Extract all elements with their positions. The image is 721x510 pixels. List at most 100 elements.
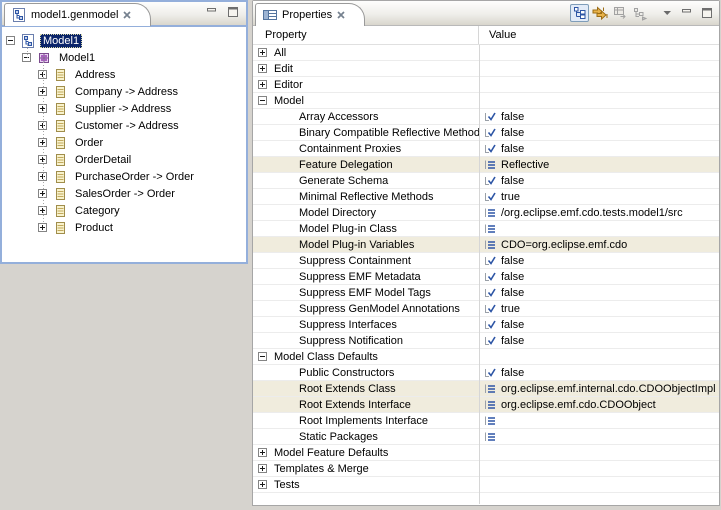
tree-item[interactable]: Category (2, 202, 246, 219)
view-menu-button[interactable] (657, 4, 676, 22)
collapse-icon[interactable] (258, 96, 267, 105)
expand-icon[interactable] (38, 87, 47, 96)
property-value-cell (479, 429, 498, 444)
property-name-cell: Root Extends Class (253, 381, 479, 396)
property-row[interactable]: Binary Compatible Reflective Methodsfals… (253, 125, 719, 141)
advanced-properties-button[interactable] (590, 4, 609, 22)
tree-item[interactable]: Supplier -> Address (2, 100, 246, 117)
text-value-icon (482, 221, 498, 236)
property-row[interactable]: Suppress Notificationfalse (253, 333, 719, 349)
expand-icon[interactable] (258, 48, 267, 57)
property-row[interactable]: Suppress EMF Metadatafalse (253, 269, 719, 285)
tree-item[interactable]: Address (2, 66, 246, 83)
tree-mode-icon (572, 5, 588, 21)
expand-icon[interactable] (38, 121, 47, 130)
maximize-button[interactable] (223, 3, 242, 21)
minimize-button[interactable] (202, 3, 221, 21)
property-row[interactable]: Root Implements Interface (253, 413, 719, 429)
property-name-label: Root Extends Class (299, 383, 396, 395)
tree-item[interactable]: Order (2, 134, 246, 151)
property-row[interactable]: Minimal Reflective Methodstrue (253, 189, 719, 205)
property-row[interactable]: Suppress EMF Model Tagsfalse (253, 285, 719, 301)
property-row[interactable]: Tests (253, 477, 719, 493)
properties-tabbar: Properties (253, 1, 719, 26)
property-row[interactable]: Suppress Interfacesfalse (253, 317, 719, 333)
tree-item-label: PurchaseOrder -> Order (72, 170, 197, 184)
tree-item[interactable]: OrderDetail (2, 151, 246, 168)
expand-icon[interactable] (38, 138, 47, 147)
expand-icon[interactable] (38, 206, 47, 215)
property-row[interactable]: Model Plug-in Class (253, 221, 719, 237)
tree-item-label: Product (72, 221, 116, 235)
maximize-button[interactable] (697, 4, 716, 22)
minimize-button[interactable] (677, 4, 696, 22)
property-row[interactable]: Feature DelegationReflective (253, 157, 719, 173)
tree-item[interactable]: Customer -> Address (2, 117, 246, 134)
tree-item-label: Supplier -> Address (72, 102, 174, 116)
property-value-cell: true (479, 301, 520, 316)
property-value-cell: false (479, 173, 524, 188)
property-name-cell: Public Constructors (253, 365, 479, 380)
tree-mode-button[interactable] (570, 4, 589, 22)
expand-icon[interactable] (38, 189, 47, 198)
collapse-icon[interactable] (258, 352, 267, 361)
expand-icon[interactable] (258, 480, 267, 489)
property-value-label: org.eclipse.emf.cdo.CDOObject (501, 399, 656, 411)
property-row[interactable]: Suppress Containmentfalse (253, 253, 719, 269)
property-row[interactable]: Model (253, 93, 719, 109)
properties-tab[interactable]: Properties (255, 3, 365, 26)
property-name-cell: Suppress EMF Metadata (253, 269, 479, 284)
property-value-cell: CDO=org.eclipse.emf.cdo (479, 237, 627, 252)
expand-icon[interactable] (38, 155, 47, 164)
expand-icon[interactable] (38, 172, 47, 181)
tree-item-label: Customer -> Address (72, 119, 182, 133)
property-row[interactable]: Static Packages (253, 429, 719, 445)
property-row[interactable]: Model Class Defaults (253, 349, 719, 365)
tree-item[interactable]: SalesOrder -> Order (2, 185, 246, 202)
tree-item[interactable]: PurchaseOrder -> Order (2, 168, 246, 185)
expand-icon[interactable] (38, 70, 47, 79)
tree-item[interactable]: Company -> Address (2, 83, 246, 100)
property-name-cell: Feature Delegation (253, 157, 479, 172)
expand-icon[interactable] (38, 104, 47, 113)
property-name-label: Model (274, 95, 304, 107)
editor-tab-model1-genmodel[interactable]: model1.genmodel (4, 3, 151, 26)
property-row[interactable]: Suppress GenModel Annotationstrue (253, 301, 719, 317)
tree-item[interactable]: Product (2, 219, 246, 236)
property-row[interactable]: Public Constructorsfalse (253, 365, 719, 381)
property-value-cell: org.eclipse.emf.internal.cdo.CDOObjectIm… (479, 381, 716, 396)
property-row[interactable]: Root Extends Class org.eclipse.emf.intern… (253, 381, 719, 397)
tree-item[interactable]: Model1 (2, 32, 246, 49)
genmodel-icon (11, 7, 27, 23)
property-row[interactable]: Templates & Merge (253, 461, 719, 477)
property-row[interactable]: Containment Proxiesfalse (253, 141, 719, 157)
property-row[interactable]: Editor (253, 77, 719, 93)
property-row[interactable]: All (253, 45, 719, 61)
expand-icon[interactable] (258, 64, 267, 73)
expand-icon[interactable] (258, 448, 267, 457)
property-row[interactable]: Model Directory/org.eclipse.emf.cdo.test… (253, 205, 719, 221)
property-name-label: Public Constructors (299, 367, 394, 379)
property-name-label: Binary Compatible Reflective Methods (299, 127, 479, 139)
collapse-icon[interactable] (6, 36, 15, 45)
property-value-cell: false (479, 253, 524, 268)
close-icon[interactable] (122, 10, 132, 20)
text-value-icon (482, 157, 498, 172)
property-row[interactable]: Root Extends Interfaceorg.eclipse.emf.cd… (253, 397, 719, 413)
expand-icon[interactable] (38, 223, 47, 232)
property-value-label: false (501, 175, 524, 187)
property-row[interactable]: Model Plug-in VariablesCDO=org.eclipse.e… (253, 237, 719, 253)
collapse-icon[interactable] (22, 53, 31, 62)
eclass-icon (52, 203, 68, 219)
property-row[interactable]: Edit (253, 61, 719, 77)
expand-icon[interactable] (258, 464, 267, 473)
tree-item[interactable]: Model1 (2, 49, 246, 66)
property-row[interactable]: Generate Schemafalse (253, 173, 719, 189)
property-value-label: false (501, 255, 524, 267)
property-row[interactable]: Array Accessorsfalse (253, 109, 719, 125)
property-value-cell (479, 477, 482, 492)
property-name-cell: Model Directory (253, 205, 479, 220)
expand-icon[interactable] (258, 80, 267, 89)
property-row[interactable]: Model Feature Defaults (253, 445, 719, 461)
close-icon[interactable] (336, 10, 346, 20)
